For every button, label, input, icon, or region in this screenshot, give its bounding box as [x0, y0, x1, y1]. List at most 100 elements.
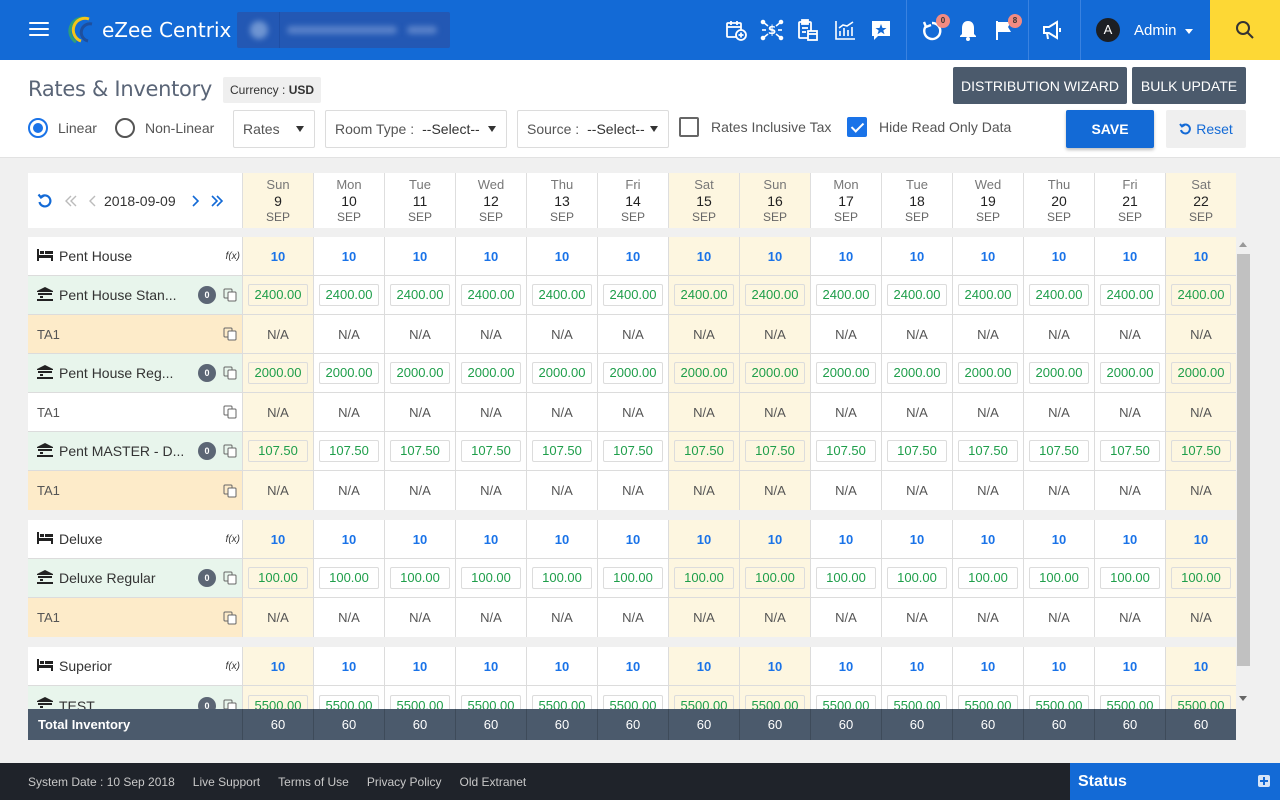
rate-input[interactable]: 100.00	[461, 567, 521, 589]
view-select[interactable]: Rates	[233, 110, 315, 148]
inventory-value[interactable]: 10	[342, 249, 356, 264]
mode-radio-non-linear[interactable]: Non-Linear	[115, 118, 214, 138]
rate-input[interactable]: 107.50	[603, 440, 663, 462]
rate-input[interactable]: 2000.00	[1171, 362, 1231, 384]
rate-input[interactable]: 5500.00	[603, 694, 663, 709]
inventory-value[interactable]: 10	[1123, 659, 1137, 674]
rate-input[interactable]: 100.00	[816, 567, 876, 589]
copy-icon[interactable]	[223, 327, 237, 341]
rate-input[interactable]: 2400.00	[532, 284, 592, 306]
rate-input[interactable]: 2000.00	[887, 362, 947, 384]
rate-input[interactable]: 107.50	[461, 440, 521, 462]
inventory-value[interactable]: 10	[626, 532, 640, 547]
inventory-value[interactable]: 10	[1194, 532, 1208, 547]
inventory-value[interactable]: 10	[342, 659, 356, 674]
current-date[interactable]: 2018-09-09	[104, 193, 176, 209]
inventory-value[interactable]: 10	[271, 659, 285, 674]
scroll-down-icon[interactable]	[1239, 696, 1247, 701]
rate-input[interactable]: 2400.00	[745, 284, 805, 306]
rate-input[interactable]: 2000.00	[248, 362, 308, 384]
rate-input[interactable]: 100.00	[319, 567, 379, 589]
formula-icon[interactable]: f(x)	[226, 251, 240, 262]
scrollbar-thumb[interactable]	[1237, 254, 1250, 666]
copy-icon[interactable]	[223, 405, 237, 419]
last-page-button[interactable]	[210, 194, 224, 208]
hide-read-only-checkbox[interactable]: Hide Read Only Data	[847, 117, 1011, 137]
inventory-value[interactable]: 10	[697, 659, 711, 674]
bell-icon[interactable]	[956, 18, 980, 42]
inventory-value[interactable]: 10	[1052, 532, 1066, 547]
inventory-value[interactable]: 10	[768, 532, 782, 547]
analytics-chart-icon[interactable]	[833, 18, 857, 42]
inventory-value[interactable]: 10	[626, 249, 640, 264]
footer-link-old-extranet[interactable]: Old Extranet	[460, 775, 527, 789]
rate-input[interactable]: 5500.00	[887, 694, 947, 709]
source-select[interactable]: Source : --Select--	[517, 110, 669, 148]
copy-icon[interactable]	[223, 699, 237, 709]
rate-input[interactable]: 2400.00	[1029, 284, 1089, 306]
rate-input[interactable]: 107.50	[816, 440, 876, 462]
rates-inclusive-tax-checkbox[interactable]: Rates Inclusive Tax	[679, 117, 831, 137]
date-column-header[interactable]: Wed 19 SEP	[952, 173, 1023, 228]
rate-input[interactable]: 2400.00	[319, 284, 379, 306]
rate-input[interactable]: 5500.00	[745, 694, 805, 709]
app-logo[interactable]: eZee Centrix	[68, 14, 231, 46]
inventory-value[interactable]: 10	[484, 249, 498, 264]
inventory-value[interactable]: 10	[1052, 249, 1066, 264]
copy-icon[interactable]	[223, 288, 237, 302]
inventory-value[interactable]: 10	[768, 659, 782, 674]
expand-plus-icon[interactable]	[1258, 775, 1270, 787]
user-menu[interactable]: A Admin	[1096, 18, 1193, 42]
rate-input[interactable]: 2000.00	[1100, 362, 1160, 384]
calendar-add-icon[interactable]	[724, 18, 748, 42]
mode-radio-linear[interactable]: Linear	[28, 118, 97, 138]
inventory-value[interactable]: 10	[1052, 659, 1066, 674]
reset-button[interactable]: Reset	[1166, 110, 1246, 148]
date-column-header[interactable]: Mon 17 SEP	[810, 173, 881, 228]
distribution-wizard-button[interactable]: DISTRIBUTION WIZARD	[953, 67, 1127, 104]
date-column-header[interactable]: Fri 14 SEP	[597, 173, 668, 228]
first-page-button[interactable]	[64, 194, 78, 208]
footer-link-terms[interactable]: Terms of Use	[278, 775, 349, 789]
rate-input[interactable]: 2000.00	[603, 362, 663, 384]
room-type-select[interactable]: Room Type : --Select--	[325, 110, 507, 148]
date-column-header[interactable]: Wed 12 SEP	[455, 173, 526, 228]
rate-input[interactable]: 2000.00	[674, 362, 734, 384]
rate-input[interactable]: 2000.00	[532, 362, 592, 384]
rate-input[interactable]: 2400.00	[958, 284, 1018, 306]
date-column-header[interactable]: Mon 10 SEP	[313, 173, 384, 228]
rate-input[interactable]: 107.50	[1029, 440, 1089, 462]
refresh-button[interactable]	[37, 193, 52, 208]
inventory-value[interactable]: 10	[555, 532, 569, 547]
rate-input[interactable]: 107.50	[1171, 440, 1231, 462]
rate-input[interactable]: 2000.00	[461, 362, 521, 384]
date-column-header[interactable]: Sun 16 SEP	[739, 173, 810, 228]
rate-input[interactable]: 100.00	[958, 567, 1018, 589]
date-column-header[interactable]: Sat 22 SEP	[1165, 173, 1236, 228]
grid-scrollbar[interactable]	[1236, 237, 1250, 709]
inventory-value[interactable]: 10	[839, 532, 853, 547]
rate-input[interactable]: 5500.00	[532, 694, 592, 709]
rate-input[interactable]: 100.00	[532, 567, 592, 589]
inventory-value[interactable]: 10	[1123, 532, 1137, 547]
inventory-value[interactable]: 10	[1194, 659, 1208, 674]
inventory-value[interactable]: 10	[413, 532, 427, 547]
rate-input[interactable]: 107.50	[674, 440, 734, 462]
inventory-value[interactable]: 10	[768, 249, 782, 264]
inventory-value[interactable]: 10	[981, 659, 995, 674]
rate-input[interactable]: 5500.00	[1171, 694, 1231, 709]
inventory-value[interactable]: 10	[1123, 249, 1137, 264]
rate-input[interactable]: 5500.00	[1100, 694, 1160, 709]
rate-input[interactable]: 100.00	[603, 567, 663, 589]
rate-input[interactable]: 5500.00	[674, 694, 734, 709]
rate-input[interactable]: 2400.00	[674, 284, 734, 306]
rate-input[interactable]: 107.50	[319, 440, 379, 462]
copy-icon[interactable]	[223, 444, 237, 458]
copy-icon[interactable]	[223, 366, 237, 380]
rate-input[interactable]: 107.50	[532, 440, 592, 462]
rate-input[interactable]: 100.00	[1171, 567, 1231, 589]
rate-input[interactable]: 100.00	[745, 567, 805, 589]
formula-icon[interactable]: f(x)	[226, 534, 240, 545]
inventory-value[interactable]: 10	[342, 532, 356, 547]
rate-input[interactable]: 5500.00	[319, 694, 379, 709]
